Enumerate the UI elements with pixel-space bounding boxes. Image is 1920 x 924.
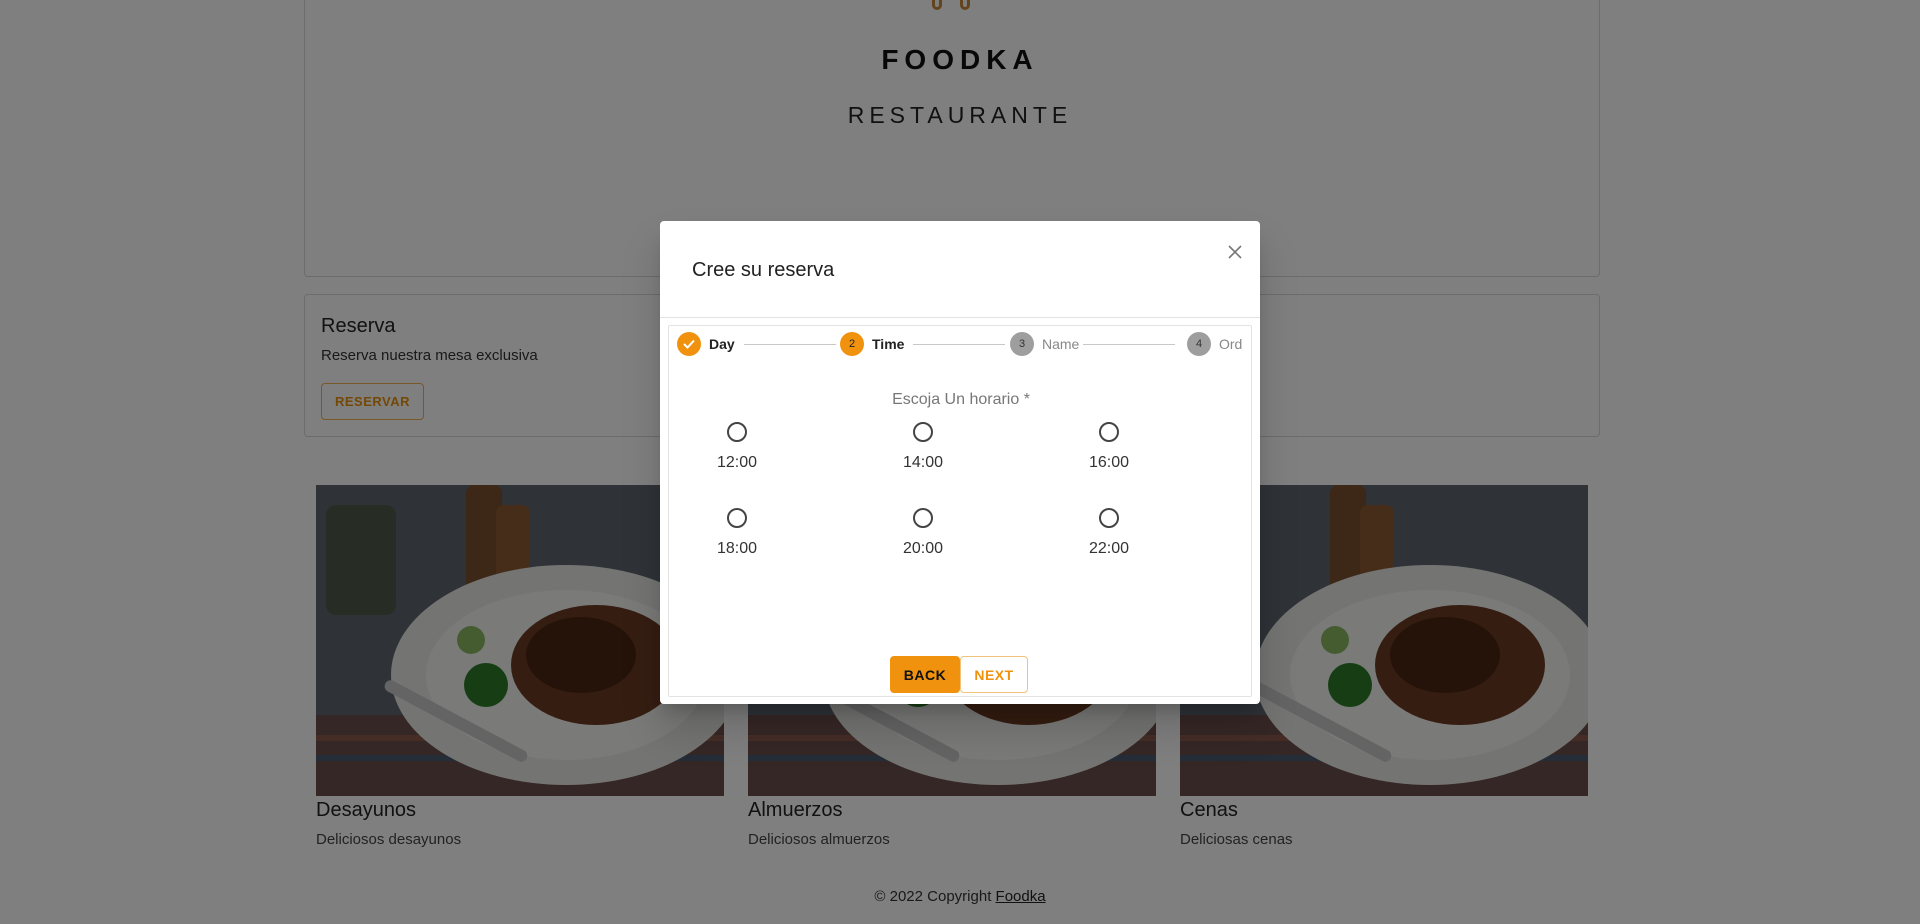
step-connector	[913, 344, 1005, 345]
time-label: 18:00	[716, 540, 758, 557]
close-icon	[1228, 245, 1242, 259]
time-prompt: Escoja Un horario *	[892, 391, 1030, 408]
radio-button[interactable]	[913, 508, 933, 528]
radio-button[interactable]	[727, 422, 747, 442]
step-order[interactable]: 4 Ord	[1187, 329, 1242, 359]
radio-button[interactable]	[1099, 422, 1119, 442]
step-label: Time	[872, 336, 905, 352]
time-option-1800[interactable]: 18:00	[677, 508, 797, 558]
step-name[interactable]: 3 Name	[1010, 329, 1079, 359]
step-connector	[1083, 344, 1175, 345]
step-time[interactable]: 2 Time	[840, 329, 904, 359]
close-button[interactable]	[1220, 237, 1250, 267]
step-number: 2	[840, 332, 864, 356]
dialog-title: Cree su reserva	[692, 259, 835, 281]
step-label: Name	[1042, 336, 1080, 352]
time-label: 12:00	[716, 454, 758, 471]
time-option-1600[interactable]: 16:00	[1049, 422, 1169, 472]
step-label: Ord	[1219, 336, 1243, 352]
stepper: Day 2 Time 3 Name 4 Ord	[677, 329, 1245, 359]
step-number: 3	[1010, 332, 1034, 356]
radio-button[interactable]	[727, 508, 747, 528]
back-button[interactable]: BACK	[890, 656, 960, 693]
check-icon	[677, 332, 701, 356]
next-button[interactable]: NEXT	[960, 656, 1028, 693]
step-label: Day	[709, 336, 735, 352]
time-option-1200[interactable]: 12:00	[677, 422, 797, 472]
time-option-1400[interactable]: 14:00	[863, 422, 983, 472]
time-label: 22:00	[1088, 540, 1130, 557]
time-option-2000[interactable]: 20:00	[863, 508, 983, 558]
dialog-divider	[660, 317, 1260, 318]
time-label: 16:00	[1088, 454, 1130, 471]
time-option-2200[interactable]: 22:00	[1049, 508, 1169, 558]
radio-button[interactable]	[913, 422, 933, 442]
stepper-container: Day 2 Time 3 Name 4 Ord Escoja Un horari…	[668, 325, 1252, 697]
radio-button[interactable]	[1099, 508, 1119, 528]
time-label: 14:00	[902, 454, 944, 471]
step-day[interactable]: Day	[677, 329, 735, 359]
step-number: 4	[1187, 332, 1211, 356]
reservation-dialog: Cree su reserva Day 2 Time 3 Name 4 Ord …	[660, 221, 1260, 704]
step-connector	[744, 344, 836, 345]
time-label: 20:00	[902, 540, 944, 557]
